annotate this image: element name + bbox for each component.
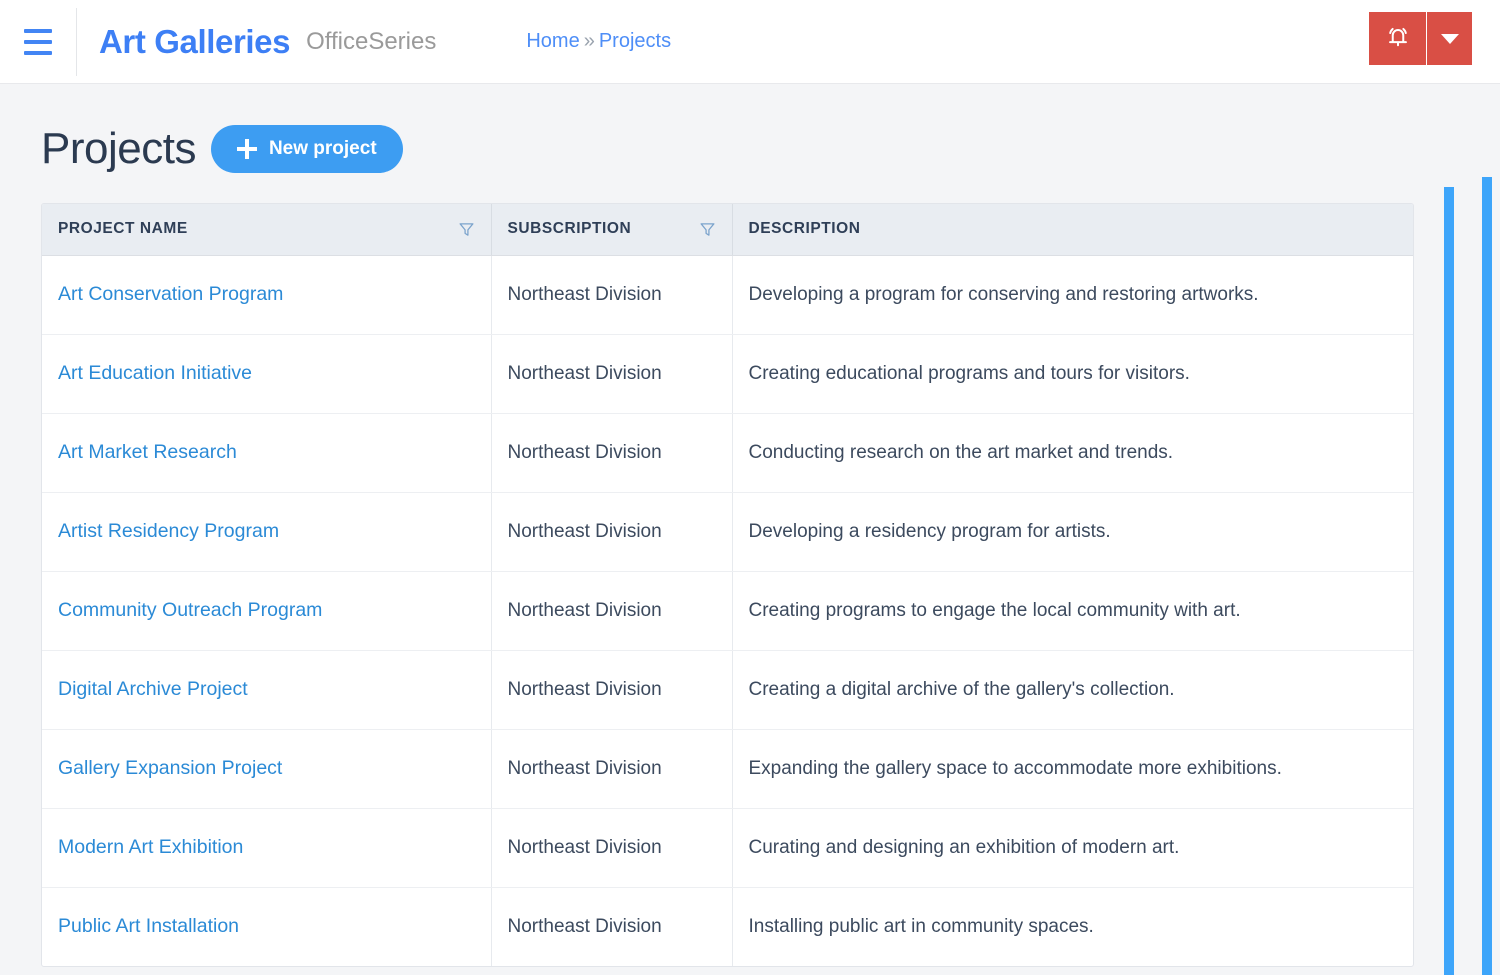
cell-subscription: Northeast Division <box>491 334 733 414</box>
projects-table: PROJECT NAME SUBSCRIPTION DESCRIPTION Ar… <box>42 204 1413 966</box>
app-brand-subtitle: OfficeSeries <box>306 27 437 55</box>
cell-project-name: Artist Residency Program <box>42 492 492 572</box>
alerts-button[interactable] <box>1369 12 1427 65</box>
cell-description: Curating and designing an exhibition of … <box>732 808 1413 888</box>
table-row: Artist Residency Program Northeast Divisi… <box>42 492 1413 572</box>
cell-project-name: Art Education Initiative <box>42 334 492 414</box>
cell-project-name: Modern Art Exhibition <box>42 808 492 888</box>
cell-project-name: Public Art Installation <box>42 887 492 966</box>
bell-icon <box>1384 23 1412 54</box>
app-brand-title: Art Galleries <box>99 22 291 60</box>
table-row: Art Conservation Program Northeast Divisi… <box>42 255 1413 335</box>
project-name-link[interactable]: Gallery Expansion Project <box>58 757 282 779</box>
cell-project-name: Gallery Expansion Project <box>42 729 492 809</box>
cell-subscription: Northeast Division <box>491 887 733 966</box>
project-name-link[interactable]: Art Conservation Program <box>58 283 283 305</box>
table-row: Public Art Installation Northeast Divisio… <box>42 887 1413 966</box>
cell-description: Developing a residency program for artis… <box>732 492 1413 572</box>
cell-description: Developing a program for conserving and … <box>732 255 1413 335</box>
project-name-link[interactable]: Artist Residency Program <box>58 520 279 542</box>
hamburger-line <box>24 50 52 55</box>
breadcrumb-link-projects[interactable]: Projects <box>599 30 671 53</box>
project-name-link[interactable]: Art Market Research <box>58 441 237 463</box>
page-title: Projects <box>41 124 196 173</box>
project-name-link[interactable]: Community Outreach Program <box>58 599 322 621</box>
cell-subscription: Northeast Division <box>491 413 733 493</box>
breadcrumb: Home » Projects <box>526 30 671 53</box>
breadcrumb-separator: » <box>583 30 595 52</box>
cell-project-name: Art Conservation Program <box>42 255 492 335</box>
table-row: Community Outreach Program Northeast Divi… <box>42 571 1413 651</box>
page-header: Projects New project <box>0 84 1500 174</box>
projects-table-container: PROJECT NAME SUBSCRIPTION DESCRIPTION Ar… <box>41 203 1414 967</box>
cell-description: Creating programs to engage the local co… <box>732 571 1413 651</box>
cell-description: Creating educational programs and tours … <box>732 334 1413 414</box>
new-project-button[interactable]: New project <box>210 125 403 173</box>
hamburger-line <box>24 39 52 44</box>
project-name-link[interactable]: Digital Archive Project <box>58 678 248 700</box>
chevron-down-icon <box>1440 33 1459 44</box>
new-project-button-label: New project <box>268 138 377 159</box>
column-header-label: SUBSCRIPTION <box>507 220 632 238</box>
table-row: Gallery Expansion Project Northeast Divis… <box>42 729 1413 809</box>
plus-icon <box>236 139 257 159</box>
column-header-label: DESCRIPTION <box>748 220 861 238</box>
filter-funnel-icon[interactable] <box>458 221 475 238</box>
column-header-label: PROJECT NAME <box>58 220 188 238</box>
filter-funnel-icon[interactable] <box>699 221 716 238</box>
table-row: Art Education Initiative Northeast Divisi… <box>42 334 1413 414</box>
cell-project-name: Community Outreach Program <box>42 571 492 651</box>
cell-subscription: Northeast Division <box>491 729 733 809</box>
table-row: Modern Art Exhibition Northeast Division C… <box>42 808 1413 888</box>
hamburger-menu-icon[interactable] <box>0 0 76 84</box>
cell-subscription: Northeast Division <box>491 571 733 651</box>
top-navigation-bar: Art Galleries OfficeSeries Home » Projec… <box>0 0 1500 84</box>
breadcrumb-link-home[interactable]: Home <box>526 30 579 53</box>
brand-divider <box>76 7 77 76</box>
cell-project-name: Art Market Research <box>42 413 492 493</box>
cell-subscription: Northeast Division <box>491 492 733 572</box>
content-scrollbar[interactable] <box>1444 187 1454 975</box>
account-dropdown-button[interactable] <box>1427 12 1472 65</box>
cell-description: Creating a digital archive of the galler… <box>732 650 1413 730</box>
project-name-link[interactable]: Public Art Installation <box>58 915 239 937</box>
project-name-link[interactable]: Art Education Initiative <box>58 362 252 384</box>
cell-subscription: Northeast Division <box>491 255 733 335</box>
cell-subscription: Northeast Division <box>491 808 733 888</box>
cell-description: Installing public art in community space… <box>748 915 1094 937</box>
cell-description: Conducting research on the art market an… <box>732 413 1413 493</box>
column-header-project-name[interactable]: PROJECT NAME <box>42 204 492 256</box>
hamburger-line <box>24 28 52 33</box>
cell-subscription: Northeast Division <box>491 650 733 730</box>
projects-table-head: PROJECT NAME SUBSCRIPTION DESCRIPTION <box>42 204 1413 256</box>
table-row: Digital Archive Project Northeast Divisio… <box>42 650 1413 730</box>
table-header-row: PROJECT NAME SUBSCRIPTION DESCRIPTION <box>42 204 1413 256</box>
cell-description: Expanding the gallery space to accommoda… <box>732 729 1413 809</box>
cell-project-name: Digital Archive Project <box>42 650 492 730</box>
column-header-subscription[interactable]: SUBSCRIPTION <box>491 204 733 256</box>
page-content: Projects New project PROJECT NAME SUBSCR… <box>0 84 1500 975</box>
projects-table-body: Art Conservation Program Northeast Divisi… <box>42 255 1413 966</box>
column-header-description[interactable]: DESCRIPTION <box>732 204 1413 256</box>
window-scrollbar[interactable] <box>1482 177 1492 975</box>
project-name-link[interactable]: Modern Art Exhibition <box>58 836 243 858</box>
topbar-actions <box>1369 12 1472 65</box>
table-row: Art Market Research Northeast Division Con… <box>42 413 1413 493</box>
